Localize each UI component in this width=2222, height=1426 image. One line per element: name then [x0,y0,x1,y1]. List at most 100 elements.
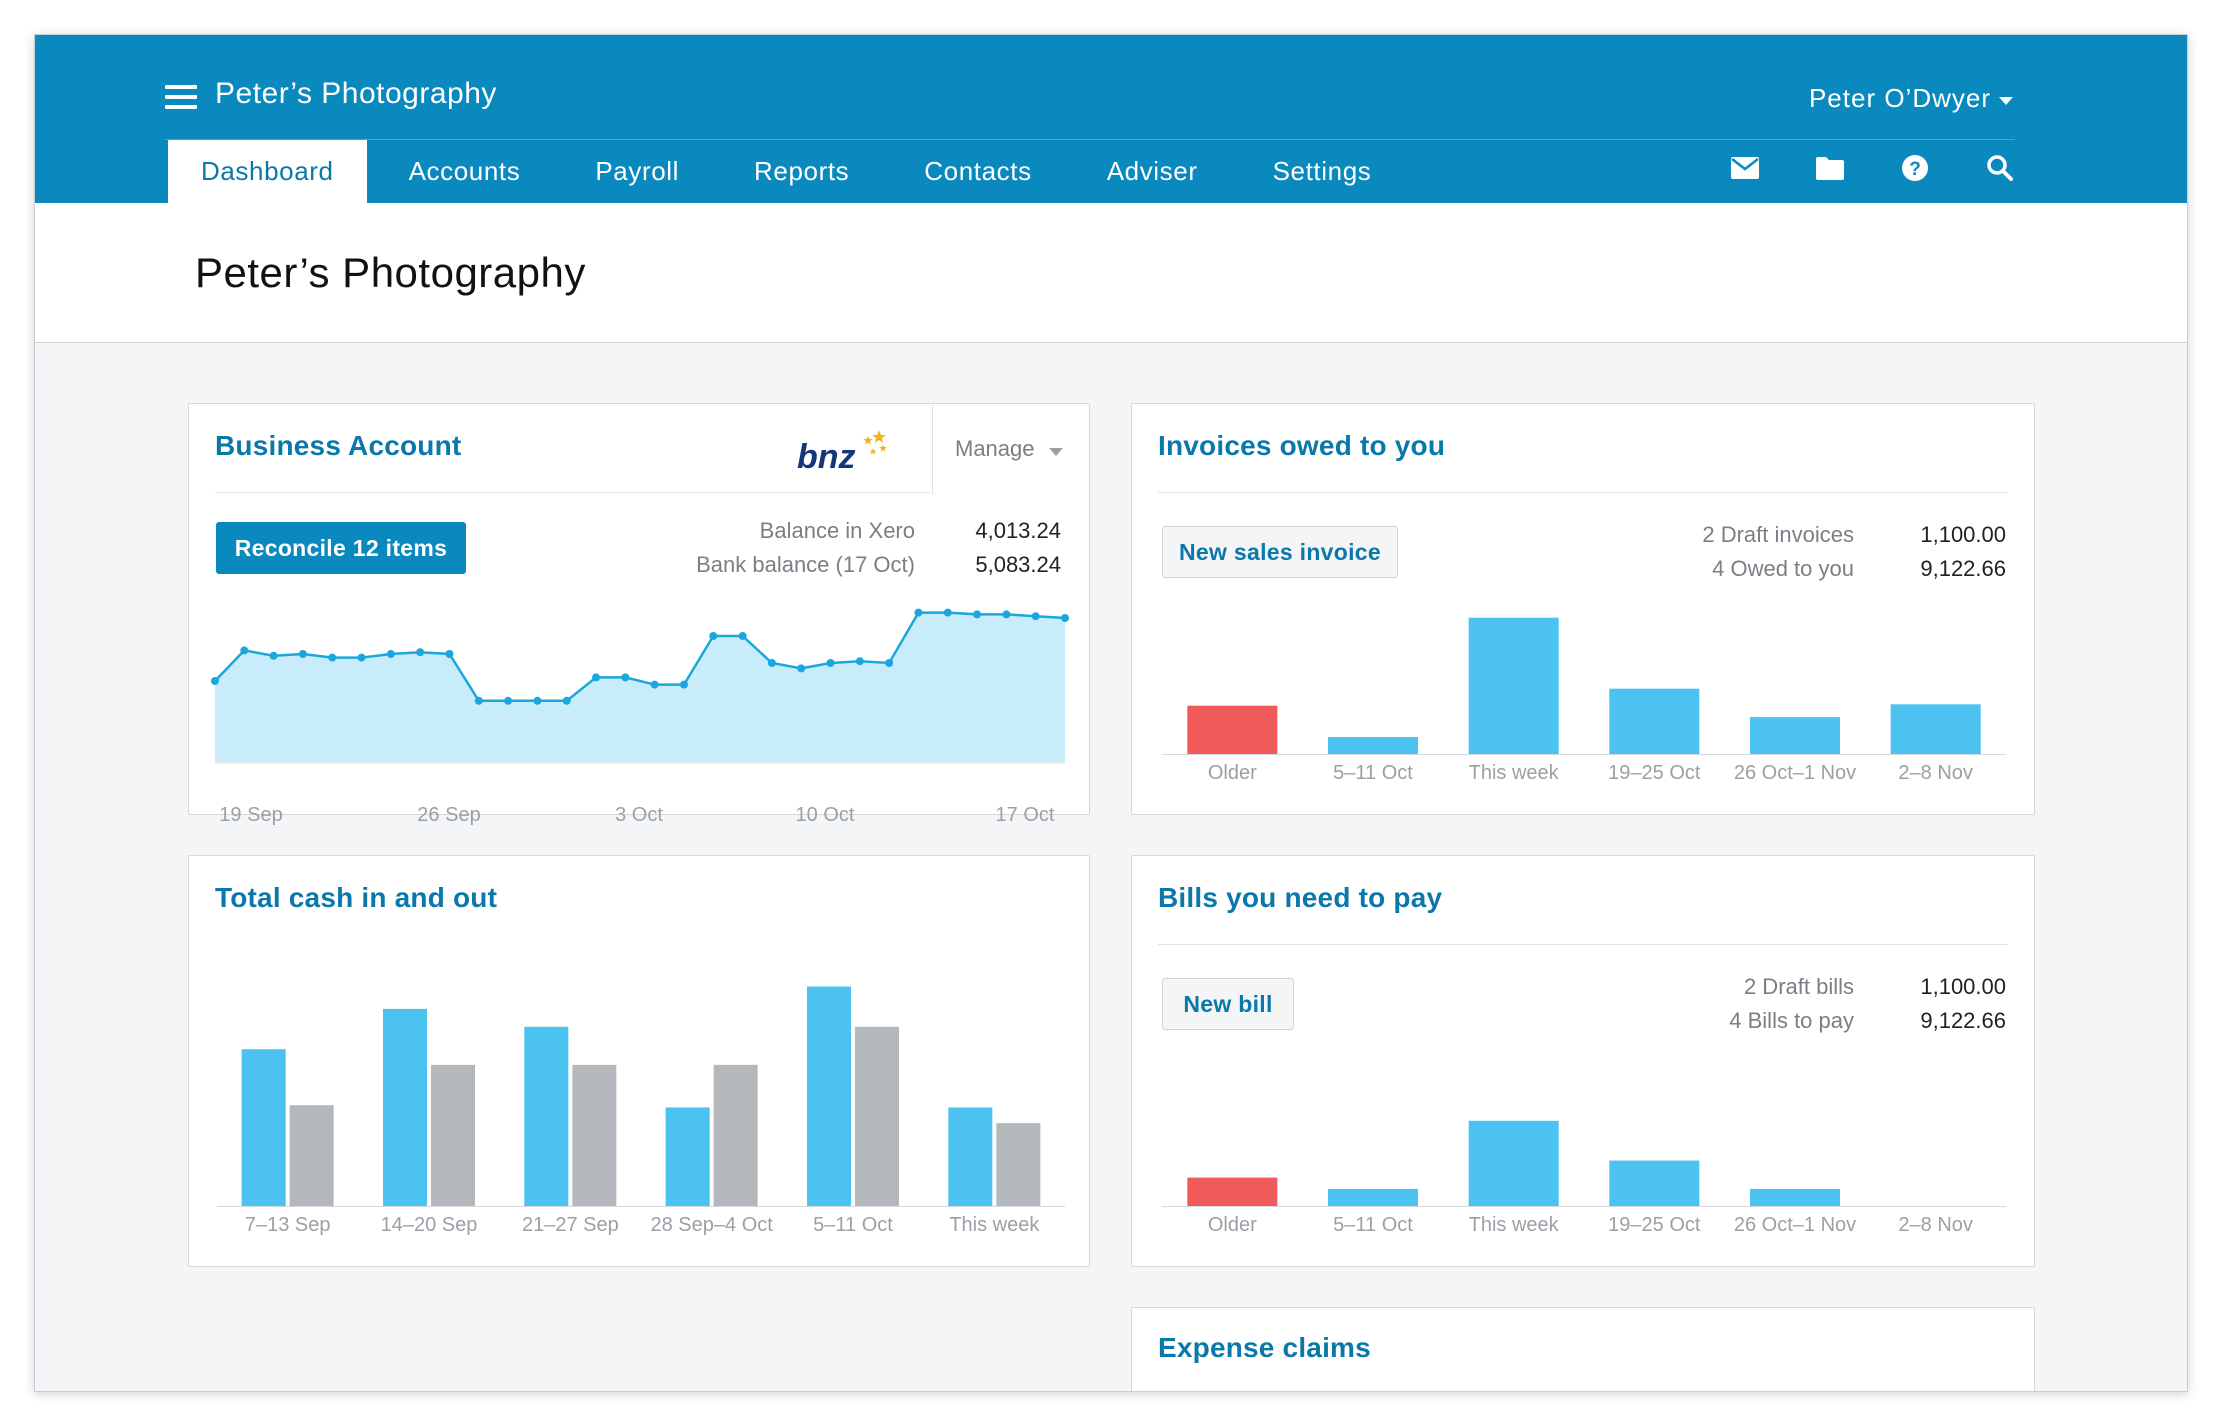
balance-point[interactable] [797,664,806,673]
cash-in-bar[interactable] [807,986,851,1206]
cash-in-bar[interactable] [383,1008,427,1206]
cash-bar-chart [217,986,1065,1207]
balance-point[interactable] [592,673,601,682]
tab-reports[interactable]: Reports [721,140,882,203]
balance-point[interactable] [826,659,835,667]
utility-icons: ? [1675,153,2015,183]
svg-text:?: ? [1909,159,1921,180]
balance-point[interactable] [855,657,864,666]
main-tabs: Dashboard Accounts Payroll Reports Conta… [168,140,1413,203]
balance-point[interactable] [211,677,219,685]
balance-point[interactable] [1031,612,1040,621]
balance-point[interactable] [914,608,923,617]
bills-card: Bills you need to pay New bill 2 Draft b… [1131,855,2035,1267]
balance-point[interactable] [943,608,952,617]
balance-point[interactable] [679,680,688,689]
balance-point[interactable] [504,696,513,705]
balance-point[interactable] [1002,610,1011,619]
bar[interactable] [1468,617,1559,754]
x-tick-label: This week [1468,1214,1559,1236]
bar[interactable] [1468,1120,1559,1206]
user-menu-name[interactable]: Peter O’Dwyer [1809,83,1991,114]
x-tick-label: This week [949,1214,1040,1236]
balance-point[interactable] [738,632,747,640]
balance-point[interactable] [386,650,395,658]
app-window: Peter’s Photography Peter O’Dwyer Dashbo… [34,34,2188,1392]
x-tick-label: 21–27 Sep [521,1214,619,1236]
total-cash-card: Total cash in and out 7–13 Sep 14–20 Sep 2… [188,855,1090,1267]
cash-out-bar[interactable] [855,1026,899,1206]
balance-point[interactable] [973,610,982,619]
balance-point[interactable] [709,632,718,640]
cash-in-bar[interactable] [524,1026,569,1206]
bills-bar-chart [1162,1120,2006,1207]
bar[interactable] [1328,736,1418,754]
cash-in-bar[interactable] [948,1107,993,1206]
folder-icon[interactable] [1815,153,1845,183]
balance-point[interactable] [650,680,659,689]
balance-point[interactable] [533,696,542,705]
x-tick-label: 28 Sep–4 Oct [650,1214,773,1236]
x-tick-label: 10 Oct [795,804,855,826]
cash-out-bar[interactable] [713,1064,758,1206]
balance-point[interactable] [474,696,483,705]
cash-out-bar[interactable] [289,1105,334,1206]
balance-point[interactable] [269,651,278,660]
balance-area [215,612,1065,762]
search-icon[interactable] [1985,153,2015,183]
balance-point[interactable] [1061,614,1069,622]
balance-point[interactable] [416,648,425,657]
balance-point[interactable] [240,646,249,655]
cash-out-bar[interactable] [431,1064,475,1206]
balance-point[interactable] [885,659,894,667]
bar[interactable] [1750,1188,1840,1206]
tab-dashboard[interactable]: Dashboard [168,140,367,203]
bar[interactable] [1187,705,1278,754]
bar[interactable] [1750,717,1840,754]
bar[interactable] [1187,1177,1278,1206]
cash-in-bar[interactable] [241,1049,286,1206]
x-tick-label: 14–20 Sep [380,1214,478,1236]
balance-point[interactable] [562,696,571,705]
balance-point[interactable] [298,650,307,658]
cash-in-bar[interactable] [665,1107,710,1206]
x-tick-label: Older [1207,762,1257,784]
bar[interactable] [1890,704,1981,754]
tab-accounts[interactable]: Accounts [376,140,554,203]
bar[interactable] [1609,688,1700,754]
hamburger-menu-icon[interactable] [165,85,197,109]
balance-point[interactable] [357,653,366,662]
tab-contacts[interactable]: Contacts [891,140,1064,203]
tab-payroll[interactable]: Payroll [562,140,712,203]
caret-down-icon[interactable] [1999,97,2013,105]
x-tick-label: 26 Oct–1 Nov [1733,762,1857,784]
x-tick-label: 17 Oct [995,804,1055,826]
balance-area-chart [211,608,1069,764]
page-title: Peter’s Photography [195,249,586,296]
bar[interactable] [1609,1160,1700,1206]
balance-point[interactable] [445,650,454,658]
x-tick-label: 2–8 Nov [1898,762,1973,784]
x-tick-label: 5–11 Oct [1333,762,1413,784]
expense-claims-card: Expense claims [1131,1307,2035,1391]
mail-icon[interactable] [1730,153,1760,183]
balance-point[interactable] [328,653,337,662]
cash-out-bar[interactable] [996,1123,1041,1206]
invoices-bar-chart [1162,617,2006,755]
balance-point[interactable] [621,673,630,682]
tab-adviser[interactable]: Adviser [1074,140,1231,203]
business-account-card: Business Account bnz Manage Reconcile 12… [188,403,1090,826]
x-tick-label: 3 Oct [615,804,663,826]
balance-point[interactable] [767,659,776,667]
organisation-name[interactable]: Peter’s Photography [215,77,497,111]
bar[interactable] [1328,1188,1418,1206]
x-tick-label: 19–25 Oct [1608,1214,1701,1236]
tab-settings[interactable]: Settings [1240,140,1405,203]
help-icon[interactable]: ? [1900,153,1930,183]
x-tick-label: 5–11 Oct [1333,1214,1413,1236]
expense-claims-title[interactable]: Expense claims [1158,1332,1371,1364]
x-tick-label: 5–11 Oct [813,1214,893,1236]
cash-out-bar[interactable] [572,1064,617,1206]
x-tick-label: 19 Sep [219,804,283,826]
x-tick-label: 2–8 Nov [1898,1214,1973,1236]
